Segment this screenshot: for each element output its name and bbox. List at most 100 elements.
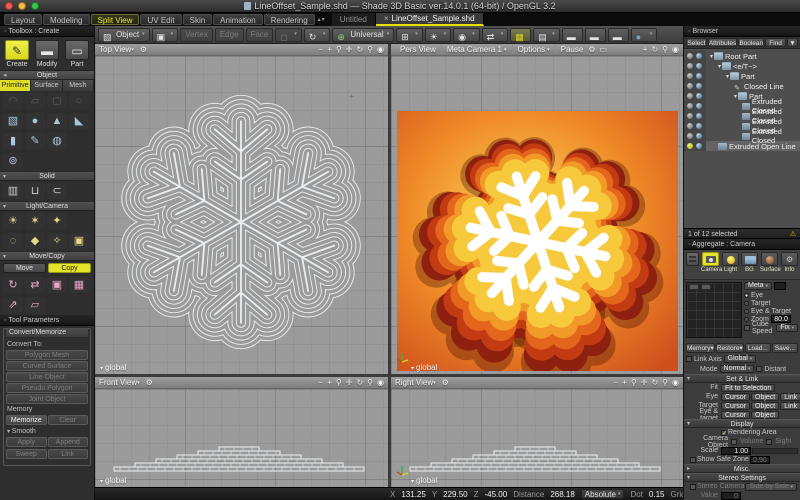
front-view-header[interactable]: Front View▾ ⚙ −+⚲✛↻⚲◉ (95, 377, 388, 389)
rendering-area-checkbox[interactable] (721, 430, 727, 436)
menu-tab-modeling[interactable]: Modeling (43, 14, 89, 25)
show-lights-button[interactable]: ☀▾ (425, 28, 452, 42)
memorize-button[interactable]: Memorize (6, 415, 47, 425)
coordinate-mode-select[interactable]: Absolute▾ (581, 489, 625, 499)
expander-icon[interactable]: ▾ (718, 63, 721, 70)
spotlight-icon[interactable]: ✶ (25, 213, 45, 229)
rotate-copy-icon[interactable]: ↻ (3, 277, 23, 293)
toolbox-object-bar[interactable]: ◂Object (0, 70, 94, 80)
comment-icon[interactable]: ▭ (599, 45, 607, 54)
menu-tab-uv-edit[interactable]: UV Edit (140, 14, 181, 25)
menu-tab-animation[interactable]: Animation (213, 14, 263, 25)
browser-attributes-button[interactable]: Attributes (708, 38, 737, 47)
cube-primitive-icon[interactable]: ▧ (3, 113, 23, 129)
misc-header[interactable]: ▸Misc. (684, 464, 800, 473)
status-distance-value[interactable]: 268.18 (550, 490, 574, 499)
viewport-top[interactable]: Top View▾ ⚙ −+⚲✛↻⚲◉ + ▾global (95, 44, 388, 374)
ambient-light-icon[interactable]: ◌ (3, 233, 23, 249)
filter-icon[interactable]: ▼ (787, 38, 798, 47)
display-shaded-button[interactable]: ▬ (608, 28, 629, 42)
target-cursor-button[interactable]: Cursor (721, 402, 750, 410)
eye-target-radio[interactable] (744, 309, 749, 314)
zoom-in-icon[interactable]: + (622, 378, 627, 387)
path-light-icon[interactable]: ◆ (25, 233, 45, 249)
collapse-icon[interactable]: ▾ (3, 202, 6, 212)
array-copy-icon[interactable]: ▦ (69, 277, 89, 293)
scale-slider[interactable] (752, 448, 798, 454)
section-solid[interactable]: ▾Solid (0, 171, 94, 181)
tree-item-extruded-open-line[interactable]: Extruded Open Line (684, 141, 800, 151)
orbit-icon[interactable]: ↻ (651, 45, 658, 54)
orbit-icon[interactable]: ↻ (356, 378, 363, 387)
viewport-pers[interactable]: Pers View Meta Camera 1▾ Options▾ Pause … (391, 44, 683, 374)
mode-select[interactable]: Normal▾ (720, 365, 755, 373)
expander-icon[interactable]: ▾ (734, 93, 737, 100)
tree-item-extruded-closed[interactable]: Extruded Closed (684, 131, 800, 141)
aggregate-tab-bg[interactable]: BG (741, 252, 758, 273)
top-view-header[interactable]: Top View▾ ⚙ −+⚲✛↻⚲◉ (95, 44, 388, 56)
zoom-in-icon[interactable]: + (327, 378, 332, 387)
pers-global-label[interactable]: ▾global (411, 363, 437, 372)
universal-manipulator-button[interactable]: ⊕Universal▾ (332, 28, 394, 42)
menu-tab-split-view[interactable]: Split View (91, 14, 140, 25)
thumb-button-2[interactable] (701, 284, 711, 290)
browser-find-button[interactable]: Find (765, 38, 786, 47)
magnify-icon[interactable]: ⚲ (336, 378, 342, 387)
collapse-icon[interactable]: ▾ (3, 172, 6, 182)
modify-mode-button[interactable]: ▬Modify (33, 40, 61, 68)
magnify-icon[interactable]: ⚲ (367, 45, 373, 54)
create-mode-button[interactable]: ✎Create (3, 40, 31, 68)
shear-copy-icon[interactable]: ⇗ (3, 297, 23, 313)
visibility-toggle[interactable] (687, 83, 693, 89)
front-view-canvas[interactable]: ▾global (95, 389, 388, 487)
visibility-toggle[interactable] (687, 103, 693, 109)
tree-item-part[interactable]: ▾Part (684, 71, 800, 81)
status-x-value[interactable]: 131.25 (401, 490, 425, 499)
eye-radio[interactable] (744, 293, 749, 298)
zoom-out-icon[interactable]: − (614, 378, 619, 387)
solid-cup-icon[interactable]: ⊔ (25, 183, 45, 199)
render-preview-button[interactable]: ●▾ (631, 28, 658, 42)
camera-path-thumbnail[interactable] (686, 282, 742, 338)
aggregate-tab-light[interactable]: Light (722, 252, 739, 273)
stereo-settings-header[interactable]: ▾Stereo Settings (684, 473, 800, 482)
aggregate-tab-camera[interactable]: Camera (701, 252, 720, 273)
browser-select-button[interactable]: Select (686, 38, 707, 47)
display-hiddenline-button[interactable]: ▬ (585, 28, 606, 42)
top-global-label[interactable]: ▾global (100, 363, 126, 372)
distant-checkbox[interactable] (756, 366, 762, 372)
browser-header[interactable]: Browser (684, 26, 800, 37)
wedge-primitive-icon[interactable]: ◣ (69, 113, 89, 129)
swap-views-button[interactable]: ⇄▾ (482, 28, 509, 42)
memory-button[interactable]: Memory▾ (686, 343, 715, 353)
camera-dot-icon[interactable]: ◉ (672, 378, 679, 387)
fit-fit-to-selection-button[interactable]: Fit to Selection (721, 384, 775, 392)
set-link-header[interactable]: ▾Set & Link (684, 374, 800, 383)
zoom-radio[interactable] (744, 317, 749, 322)
tree-item-root-part[interactable]: ▾Root Part (684, 51, 800, 61)
target-object-button[interactable]: Object (751, 402, 779, 410)
target-link-button[interactable]: Link (780, 402, 800, 410)
world-view-button[interactable]: ◉▾ (453, 28, 480, 42)
zoom-window-button[interactable] (31, 2, 39, 10)
display-wireframe-button[interactable]: ▬ (562, 28, 583, 42)
gear-icon[interactable]: ⚙ (140, 45, 147, 54)
visibility-toggle[interactable] (687, 143, 693, 149)
viewport-front[interactable]: Front View▾ ⚙ −+⚲✛↻⚲◉ ▾global (95, 377, 388, 487)
dot-value[interactable]: 0.15 (649, 490, 665, 499)
section-movecopy[interactable]: ▾Move/Copy (0, 251, 94, 261)
object-mode-button[interactable]: ▧Object▾ (98, 28, 150, 42)
pers-camera-select[interactable]: Meta Camera 1▾ (442, 45, 513, 54)
menu-tab-rendering[interactable]: Rendering (264, 14, 315, 25)
safe-zone-checkbox[interactable] (690, 457, 696, 463)
visibility-toggle[interactable] (687, 123, 693, 129)
grid-snap-button[interactable]: ▤▾ (533, 28, 560, 42)
camera-object-icon[interactable]: ▣ (69, 233, 89, 249)
manipulator-button[interactable]: ⊞▾ (396, 28, 423, 42)
camera-dot-icon[interactable]: ◉ (377, 378, 384, 387)
aggregate-tab-info[interactable]: ⚙Info (781, 252, 798, 273)
magnify-icon[interactable]: ⚲ (631, 378, 637, 387)
minimize-window-button[interactable] (18, 2, 26, 10)
aggregate-header[interactable]: Aggregate : Camera (684, 239, 800, 250)
sphere-primitive-icon[interactable]: ● (25, 113, 45, 129)
